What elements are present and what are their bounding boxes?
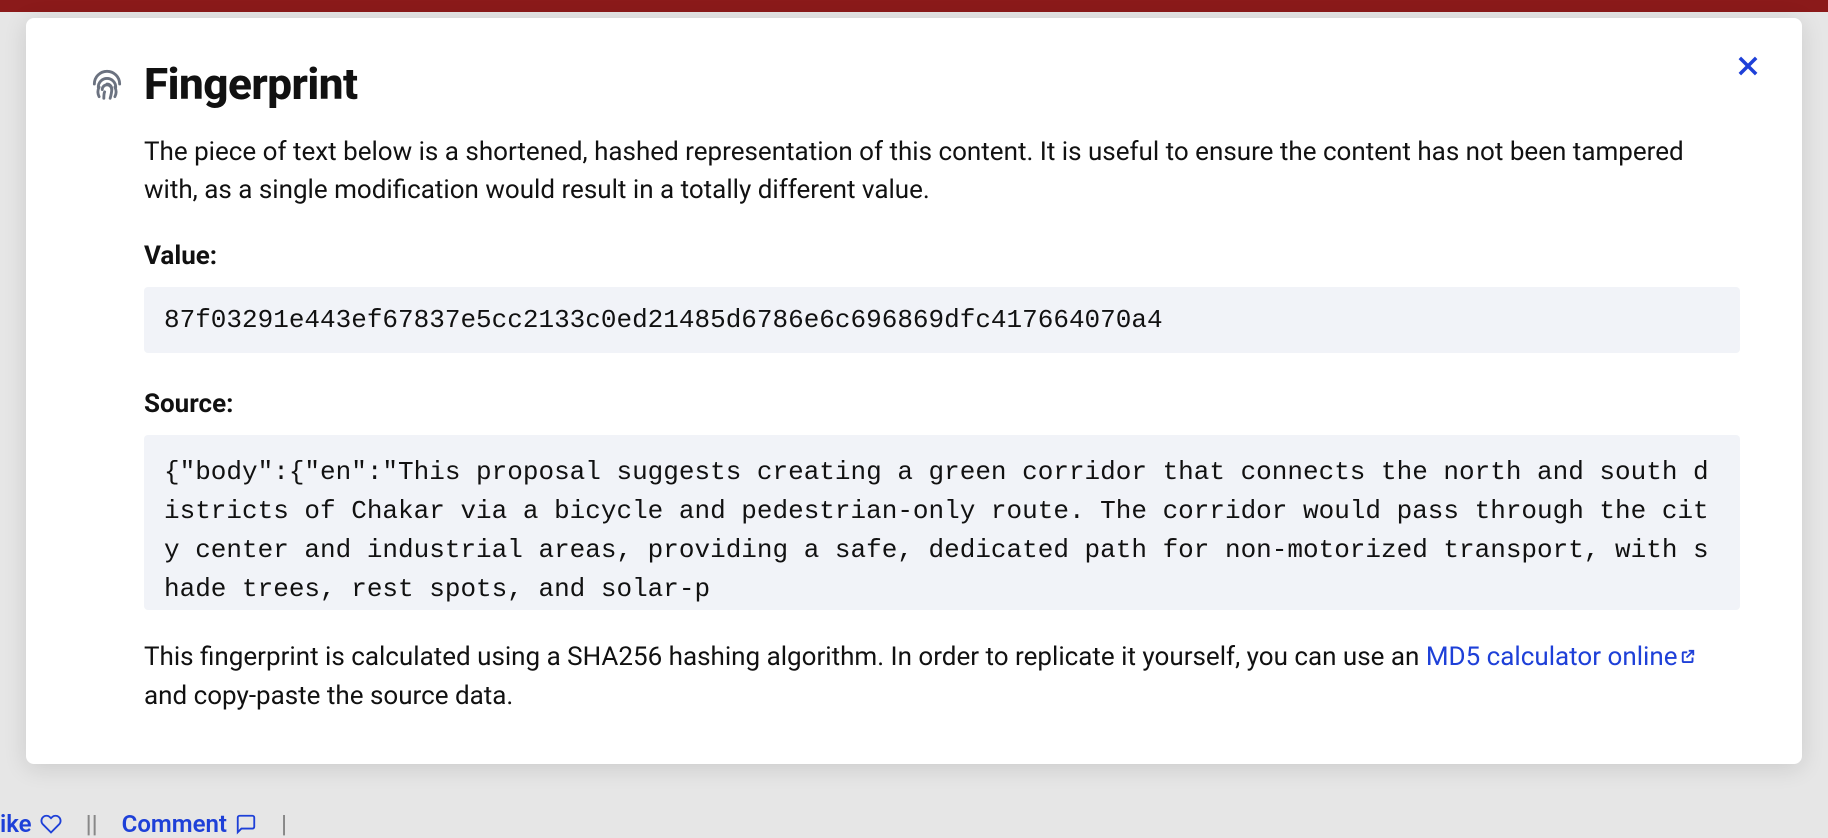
close-icon (1734, 52, 1762, 80)
footnote-link-text: MD5 calculator online (1426, 642, 1678, 672)
modal-title: Fingerprint (144, 58, 358, 110)
footnote: This fingerprint is calculated using a S… (144, 638, 1740, 716)
modal-description: The piece of text below is a shortened, … (144, 134, 1740, 209)
fingerprint-value: 87f03291e443ef67837e5cc2133c0ed21485d678… (144, 287, 1740, 353)
close-button[interactable] (1728, 46, 1768, 86)
source-label: Source: (144, 389, 1740, 419)
modal-backdrop: Fingerprint The piece of text below is a… (0, 0, 1828, 832)
fingerprint-icon (88, 65, 126, 103)
footnote-prefix: This fingerprint is calculated using a S… (144, 642, 1426, 672)
external-link-icon (1679, 647, 1697, 665)
value-label: Value: (144, 241, 1740, 271)
md5-calculator-link[interactable]: MD5 calculator online (1426, 642, 1698, 672)
fingerprint-source: {"body":{"en":"This proposal suggests cr… (144, 435, 1740, 610)
modal-content: The piece of text below is a shortened, … (88, 134, 1740, 716)
footnote-suffix: and copy-paste the source data. (144, 681, 513, 711)
fingerprint-modal: Fingerprint The piece of text below is a… (26, 18, 1802, 764)
modal-header: Fingerprint (88, 58, 1740, 110)
